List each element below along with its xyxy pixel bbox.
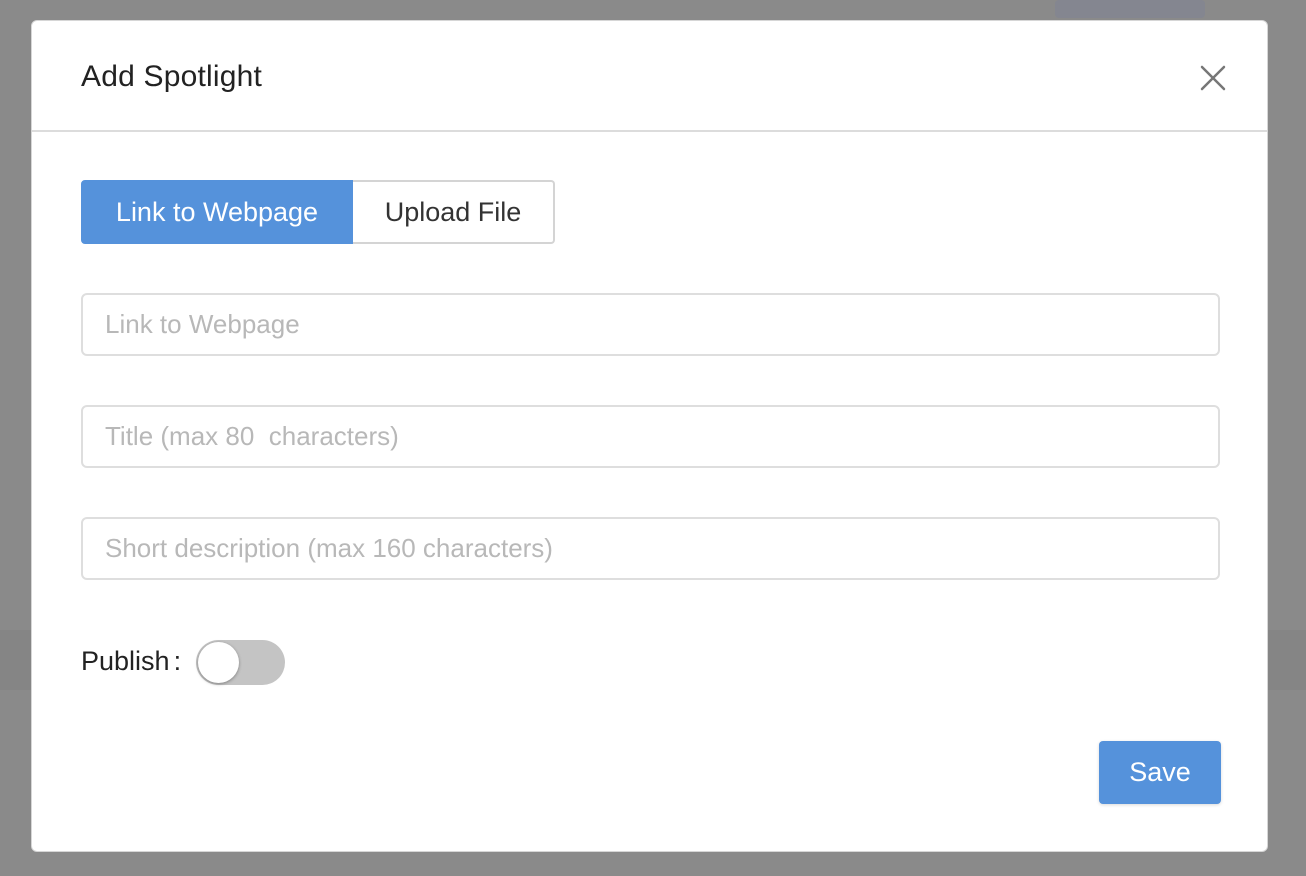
short-description-input[interactable] bbox=[81, 517, 1220, 580]
background-element bbox=[1055, 0, 1205, 18]
close-icon bbox=[1200, 65, 1226, 91]
publish-toggle[interactable] bbox=[196, 640, 285, 685]
publish-label-text: Publish bbox=[81, 646, 170, 676]
close-button[interactable] bbox=[1195, 60, 1231, 96]
publish-label: Publish: bbox=[81, 643, 181, 679]
modal-header: Add Spotlight bbox=[32, 21, 1267, 132]
link-to-webpage-input[interactable] bbox=[81, 293, 1220, 356]
tab-link-to-webpage[interactable]: Link to Webpage bbox=[81, 180, 353, 244]
title-input[interactable] bbox=[81, 405, 1220, 468]
save-button[interactable]: Save bbox=[1099, 741, 1221, 804]
toggle-knob bbox=[198, 642, 239, 683]
tab-upload-file[interactable]: Upload File bbox=[353, 180, 555, 244]
publish-label-separator: : bbox=[173, 646, 182, 676]
add-spotlight-dialog: Add Spotlight Link to Webpage Upload Fil… bbox=[31, 20, 1268, 852]
modal-title: Add Spotlight bbox=[81, 60, 263, 93]
source-type-tabs: Link to Webpage Upload File bbox=[81, 180, 555, 244]
